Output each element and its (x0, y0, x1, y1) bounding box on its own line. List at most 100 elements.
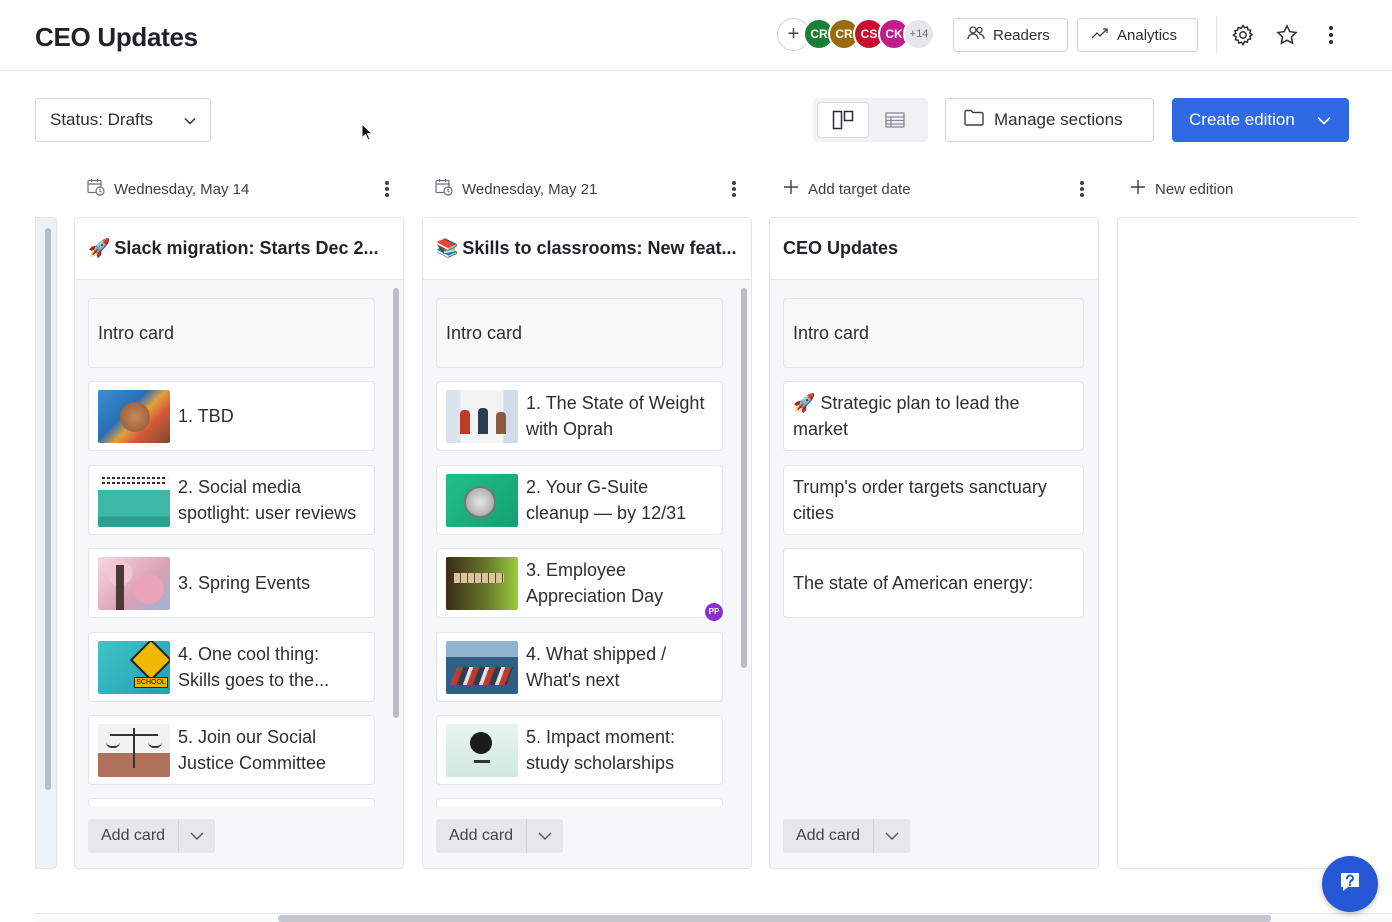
readers-button[interactable]: Readers (953, 18, 1068, 52)
status-filter-value: Status: Drafts (50, 110, 153, 129)
create-edition-button[interactable]: Create edition (1172, 98, 1349, 142)
story-card[interactable]: 2. Social media spotlight: user reviews (88, 465, 375, 535)
column-footer: Add card (770, 806, 1098, 868)
page-title: CEO Updates (35, 22, 198, 52)
horizontal-scrollbar[interactable] (278, 915, 1271, 922)
column-2-more-icon[interactable] (729, 178, 739, 200)
edition-title[interactable]: CEO Updates (770, 218, 1098, 280)
story-card[interactable]: 3. Employee Appreciation Day PP (436, 548, 725, 623)
table-view-icon[interactable] (869, 102, 921, 138)
story-card[interactable]: Trump's order targets sanctuary cities (783, 465, 1084, 535)
column-scrollbar[interactable] (741, 288, 747, 668)
card-thumbnail (446, 473, 518, 527)
rocket-emoji-icon: 🚀 (88, 238, 111, 258)
story-card[interactable]: 1. TBD (88, 381, 375, 451)
card-title: 4. What shipped / What's next (526, 643, 667, 691)
card-thumbnail (446, 640, 518, 694)
intro-card[interactable]: Intro card (88, 298, 375, 368)
card-title: 1. The State of Weight with Oprah (526, 392, 705, 440)
add-card-label: Add card (88, 819, 180, 853)
story-card[interactable]: The state of American energy: (783, 548, 1084, 618)
column-scrollbar[interactable] (45, 228, 51, 790)
mouse-cursor-icon (361, 122, 374, 146)
create-edition-label: Create edition (1189, 110, 1295, 129)
add-card-button[interactable]: Add card (783, 819, 911, 853)
column-3-more-icon[interactable] (1077, 178, 1087, 200)
card-title: The state of American energy: (793, 572, 1034, 593)
settings-gear-icon[interactable] (1230, 22, 1256, 48)
top-bar: CEO Updates + CR CR CS CK +14 Readers An… (0, 0, 1392, 71)
edition-title[interactable]: 📚 Skills to classrooms: New feat... (423, 218, 751, 280)
assignee-avatar[interactable]: PP (703, 601, 725, 623)
story-card[interactable]: 2. Your G-Suite cleanup — by 12/31 (436, 465, 723, 535)
trend-icon (1091, 26, 1109, 44)
column-scrollbar[interactable] (393, 288, 399, 718)
card-title: 4. One cool thing: Skills goes to the... (178, 643, 330, 691)
help-chat-icon (1336, 868, 1364, 901)
card-title: Intro card (98, 322, 175, 343)
card-thumbnail (446, 556, 518, 610)
card-thumbnail (98, 556, 170, 610)
story-card[interactable]: 🚀 Strategic plan to lead the market (783, 381, 1084, 451)
collaborator-avatars[interactable]: + CR CR CS CK +14 (777, 18, 935, 52)
edition-title[interactable]: 🚀 Slack migration: Starts Dec 2... (75, 218, 403, 280)
board-view-icon[interactable] (817, 102, 869, 138)
card-title: 2. Your G-Suite cleanup — by 12/31 (526, 476, 687, 524)
column-date-1[interactable]: Wednesday, May 14 (87, 175, 249, 203)
header-divider (1216, 16, 1217, 54)
help-chat-button[interactable] (1322, 856, 1378, 912)
status-filter-dropdown[interactable]: Status: Drafts (35, 98, 211, 142)
card-title: 1. TBD (178, 405, 234, 426)
story-card[interactable]: 4. What shipped / What's next (436, 632, 723, 702)
edition-column: CEO Updates Intro card 🚀 Strategic plan … (769, 217, 1099, 869)
calendar-clock-icon (435, 178, 453, 200)
chevron-down-icon[interactable] (1317, 110, 1331, 130)
folder-icon (964, 109, 984, 131)
plus-icon (1130, 179, 1146, 199)
column-1-more-icon[interactable] (382, 178, 392, 200)
more-options-icon[interactable] (1318, 22, 1344, 48)
card-thumbnail (98, 473, 170, 527)
add-target-date-label: Add target date (808, 180, 911, 198)
manage-sections-button[interactable]: Manage sections (945, 98, 1154, 142)
view-toggle (813, 98, 928, 142)
add-card-button[interactable]: Add card (88, 819, 216, 853)
story-card[interactable]: 1. The State of Weight with Oprah (436, 381, 723, 451)
column-date-2[interactable]: Wednesday, May 21 (435, 175, 597, 203)
add-target-date-button[interactable]: Add target date (783, 175, 911, 203)
story-card[interactable]: 3. Spring Events (88, 548, 375, 618)
column-date-label: Wednesday, May 21 (462, 180, 598, 198)
star-icon[interactable] (1274, 22, 1300, 48)
add-card-button[interactable]: Add card (436, 819, 564, 853)
card-title: 3. Spring Events (178, 572, 311, 593)
new-edition-column[interactable] (1117, 217, 1357, 869)
card-title: 🚀 Strategic plan to lead the market (793, 392, 1020, 440)
story-card[interactable]: SCHOOL 4. One cool thing: Skills goes to… (88, 632, 375, 702)
chevron-down-icon[interactable] (874, 819, 910, 853)
card-title: Trump's order targets sanctuary cities (793, 476, 1047, 524)
analytics-button[interactable]: Analytics (1077, 18, 1198, 52)
edition-column: 🚀 Slack migration: Starts Dec 2... Intro… (74, 217, 404, 869)
edition-column: 📚 Skills to classrooms: New feat... Intr… (422, 217, 752, 869)
add-card-label: Add card (436, 819, 528, 853)
new-edition-label: New edition (1155, 180, 1234, 198)
users-icon (967, 25, 985, 45)
edition-title-text: CEO Updates (783, 238, 899, 258)
card-thumbnail (98, 389, 170, 443)
plus-icon (783, 179, 799, 199)
more-collaborators-count[interactable]: +14 (903, 18, 935, 50)
books-emoji-icon: 📚 (436, 238, 459, 258)
story-card[interactable]: 5. Impact moment: study scholarships (436, 715, 723, 785)
card-thumbnail: SCHOOL (98, 640, 170, 694)
readers-label: Readers (993, 26, 1050, 44)
story-card[interactable]: 5. Join our Social Justice Committee (88, 715, 375, 785)
card-title: 3. Employee Appreciation Day (526, 559, 664, 607)
intro-card[interactable]: Intro card (783, 298, 1084, 368)
new-edition-button[interactable]: New edition (1130, 175, 1233, 203)
manage-sections-label: Manage sections (994, 110, 1123, 129)
card-title: Intro card (446, 322, 523, 343)
intro-card[interactable]: Intro card (436, 298, 723, 368)
card-title: 5. Impact moment: study scholarships (526, 726, 676, 774)
chevron-down-icon[interactable] (179, 819, 215, 853)
chevron-down-icon[interactable] (527, 819, 563, 853)
